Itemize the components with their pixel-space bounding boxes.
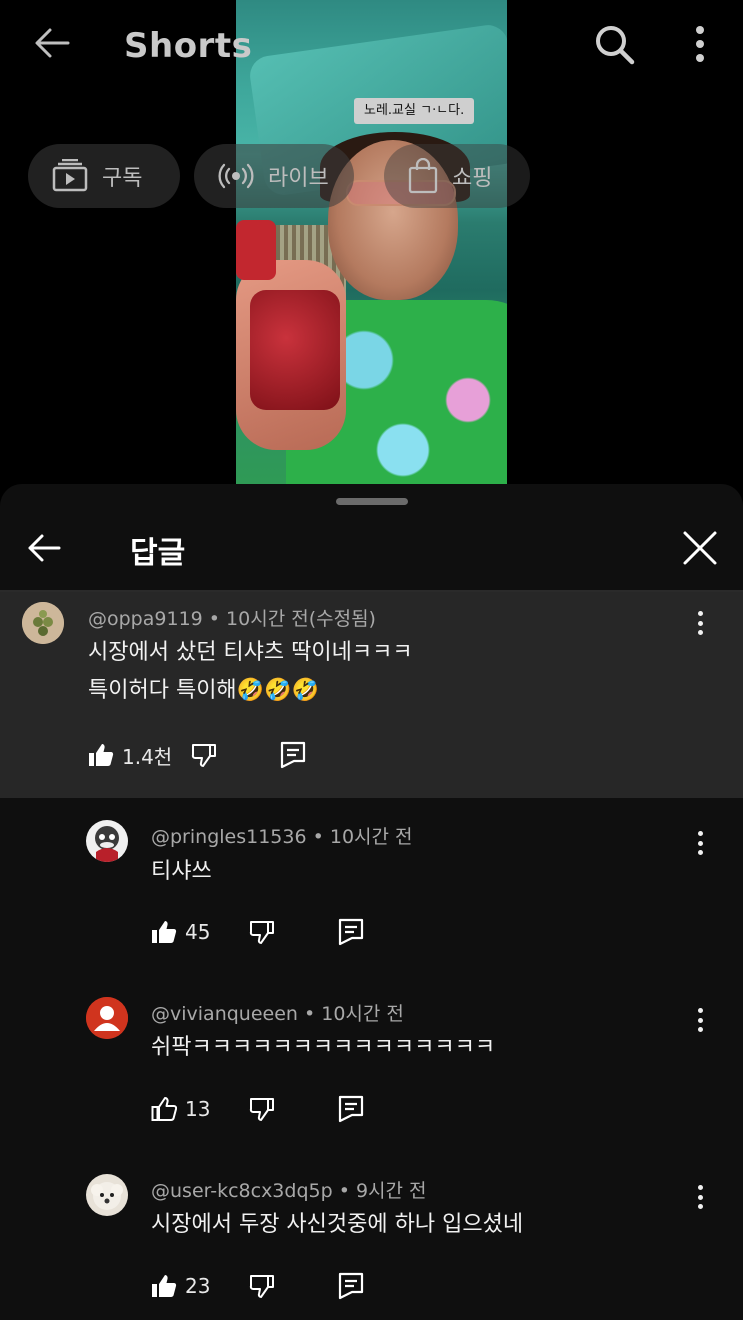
like-count: 23 [185, 1274, 211, 1298]
avatar[interactable] [22, 602, 64, 644]
meta-separator: • [297, 1003, 322, 1025]
like-button[interactable]: 23 [151, 1273, 210, 1299]
shorts-player-area: 노레.교실 ㄱ·ㄴ다. Shorts 구독 라이브 쇼핑 [0, 0, 743, 500]
search-icon[interactable] [592, 22, 636, 66]
reply-comment-icon [338, 1272, 364, 1300]
chip-label: 라이브 [268, 166, 329, 191]
comment-meta: @user-kc8cx3dq5p • 9시간 전 [151, 1176, 427, 1203]
chip-shopping[interactable]: 쇼핑 [384, 144, 530, 208]
reply-button[interactable] [338, 918, 364, 946]
video-subject-device-small [236, 220, 276, 280]
comment-meta: @pringles11536 • 10시간 전 [151, 822, 413, 849]
video-caption: 노레.교실 ㄱ·ㄴ다. [354, 98, 475, 124]
reply-comment-icon [280, 741, 306, 769]
comment-more-icon[interactable] [690, 608, 710, 638]
comment-time: 10시간 전(수정됨) [226, 608, 376, 630]
parent-comment: @oppa9119 • 10시간 전(수정됨) 시장에서 샀던 티샤츠 딱이네ㅋ… [0, 592, 743, 798]
reply-button[interactable] [338, 1095, 364, 1123]
like-count: 45 [185, 920, 211, 944]
comment-time: 10시간 전 [321, 1003, 404, 1025]
shopping-bag-icon [408, 158, 438, 194]
comment-author[interactable]: @oppa9119 [88, 608, 203, 630]
dislike-button[interactable] [248, 1272, 276, 1300]
video-frame[interactable]: 노레.교실 ㄱ·ㄴ다. [236, 0, 507, 484]
replies-sheet: 답글 @oppa9119 • 10시간 전(수정됨) 시장에서 샀던 티샤츠 딱… [0, 484, 743, 1320]
chip-subscriptions[interactable]: 구독 [28, 144, 180, 208]
chip-label: 쇼핑 [452, 166, 493, 191]
thumbs-up-filled-icon [88, 742, 114, 768]
thumbs-up-filled-icon [151, 919, 177, 945]
dislike-button[interactable] [190, 741, 218, 769]
meta-separator: • [202, 608, 227, 630]
drag-handle[interactable] [336, 498, 408, 505]
back-arrow-icon[interactable] [24, 528, 64, 568]
comment-actions: 23 [151, 1269, 364, 1303]
reply-item: @user-kc8cx3dq5p • 9시간 전 시장에서 두장 사신것중에 하… [0, 1158, 743, 1320]
comment-text-line: 시장에서 샀던 티샤츠 딱이네ㅋㅋㅋ [88, 640, 413, 665]
thumbs-up-filled-icon [151, 1273, 177, 1299]
comment-text: 쉬팍ㅋㅋㅋㅋㅋㅋㅋㅋㅋㅋㅋㅋㅋㅋㅋ [151, 1035, 496, 1060]
back-arrow-icon[interactable] [32, 26, 72, 60]
reply-comment-icon [338, 918, 364, 946]
comment-author[interactable]: @pringles11536 [151, 826, 307, 848]
reply-item: @vivianqueeen • 10시간 전 쉬팍ㅋㅋㅋㅋㅋㅋㅋㅋㅋㅋㅋㅋㅋㅋㅋ… [0, 981, 743, 1151]
thumbs-up-icon [151, 1096, 177, 1122]
comment-actions: 13 [151, 1092, 364, 1126]
comment-meta: @oppa9119 • 10시간 전(수정됨) [88, 604, 376, 631]
sheet-title: 답글 [130, 536, 186, 571]
comment-time: 10시간 전 [329, 826, 413, 848]
thumbs-down-icon [248, 918, 276, 946]
meta-separator: • [306, 826, 330, 848]
comment-text: 시장에서 두장 사신것중에 하나 입으셨네 [151, 1212, 524, 1237]
like-count: 1.4천 [122, 744, 173, 769]
meta-separator: • [332, 1180, 356, 1202]
reply-comment-icon [338, 1095, 364, 1123]
thumbs-down-icon [190, 741, 218, 769]
avatar[interactable] [86, 1174, 128, 1216]
comment-author[interactable]: @vivianqueeen [151, 1003, 298, 1025]
reply-button[interactable] [338, 1272, 364, 1300]
comment-actions: 45 [151, 915, 364, 949]
comment-author[interactable]: @user-kc8cx3dq5p [151, 1180, 333, 1202]
thumbs-down-icon [248, 1095, 276, 1123]
video-subject-device [250, 290, 340, 410]
like-button[interactable]: 1.4천 [88, 741, 172, 770]
chip-live[interactable]: 라이브 [194, 144, 354, 208]
dislike-button[interactable] [248, 1095, 276, 1123]
avatar[interactable] [86, 997, 128, 1039]
comment-more-icon[interactable] [690, 1005, 710, 1035]
comment-more-icon[interactable] [690, 828, 710, 858]
like-button[interactable]: 45 [151, 919, 210, 945]
close-icon[interactable] [682, 530, 718, 566]
comment-text-line: 특이허다 특이해🤣🤣🤣 [88, 678, 319, 703]
dislike-button[interactable] [248, 918, 276, 946]
chip-label: 구독 [102, 166, 143, 191]
comment-more-icon[interactable] [690, 1182, 710, 1212]
page-title: Shorts [124, 26, 253, 66]
comment-actions: 1.4천 [88, 738, 306, 772]
live-icon [218, 161, 254, 191]
subscriptions-icon [52, 159, 88, 193]
more-vertical-icon[interactable] [686, 22, 714, 66]
thumbs-down-icon [248, 1272, 276, 1300]
reply-item: @pringles11536 • 10시간 전 티샤쓰 45 [0, 804, 743, 974]
avatar[interactable] [86, 820, 128, 862]
reply-button[interactable] [280, 741, 306, 769]
like-count: 13 [185, 1097, 211, 1121]
like-button[interactable]: 13 [151, 1096, 210, 1122]
comment-meta: @vivianqueeen • 10시간 전 [151, 999, 404, 1026]
comment-text: 티샤쓰 [151, 859, 212, 884]
comment-time: 9시간 전 [355, 1180, 427, 1202]
